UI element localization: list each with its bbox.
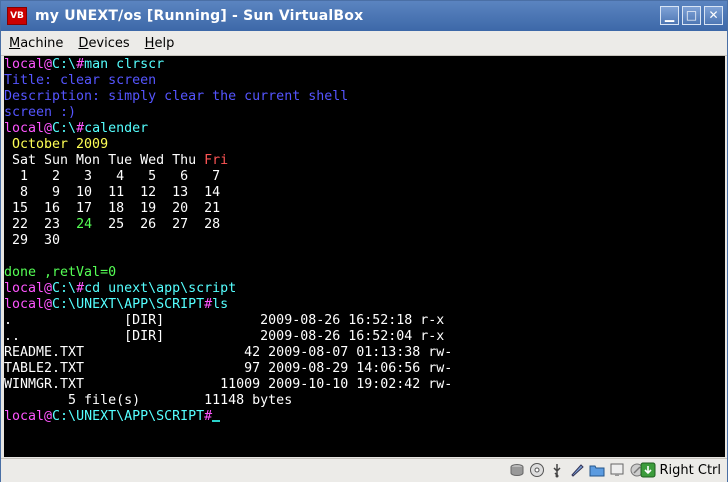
terminal-line: local@C:\UNEXT\APP\SCRIPT# xyxy=(4,409,725,425)
terminal-output: local@C:\#man clrscr Title: clear screen D… xyxy=(4,56,725,425)
window-controls: ▁ □ ✕ xyxy=(660,6,723,25)
terminal-segment-friday: Fri xyxy=(204,153,229,168)
virtualbox-app-icon[interactable]: VB xyxy=(7,7,27,25)
terminal-line: WINMGR.TXT 11009 2009-10-10 19:02:42 rw- xyxy=(4,377,725,393)
terminal-segment-prompt: # xyxy=(76,281,85,296)
terminal-segment-text: 1 2 3 4 5 6 7 xyxy=(4,169,221,184)
terminal-segment-text: 15 16 17 18 19 20 21 xyxy=(4,201,221,216)
terminal-segment-command: cd unext\app\script xyxy=(84,281,237,296)
terminal-segment-command: ls xyxy=(212,297,229,312)
terminal-line: README.TXT 42 2009-08-07 01:13:38 rw- xyxy=(4,345,725,361)
terminal-segment-text: .. [DIR] 2009-08-26 16:52:04 r-x xyxy=(4,329,445,344)
terminal-segment-info: screen :) xyxy=(4,105,77,120)
title-bar[interactable]: VB my UNEXT/os [Running] - Sun VirtualBo… xyxy=(1,1,727,31)
terminal-segment-prompt: # xyxy=(76,57,85,72)
terminal-segment-text: 25 26 27 28 xyxy=(92,217,221,232)
terminal-segment-info: Description: simply clear the current sh… xyxy=(4,89,349,104)
terminal-segment-prompt: local@ xyxy=(4,281,53,296)
hard-disk-icon[interactable] xyxy=(509,462,525,478)
terminal-segment-prompt: local@ xyxy=(4,409,53,424)
virtualbox-window: VB my UNEXT/os [Running] - Sun VirtualBo… xyxy=(0,0,728,482)
menu-bar: Machine Devices Help xyxy=(1,31,727,56)
terminal-line: local@C:\#man clrscr xyxy=(4,57,725,73)
terminal-segment-info: Title: clear screen xyxy=(4,73,157,88)
terminal-segment-done: done ,retVal=0 xyxy=(4,265,117,280)
terminal-line: 22 23 24 25 26 27 28 xyxy=(4,217,725,233)
shared-folder-icon[interactable] xyxy=(589,462,605,478)
terminal-segment-text: WINMGR.TXT 11009 2009-10-10 19:02:42 rw- xyxy=(4,377,453,392)
terminal-line: 8 9 10 11 12 13 14 xyxy=(4,185,725,201)
terminal-segment-text: 29 30 xyxy=(4,233,61,248)
terminal-segment-path: C:\ xyxy=(52,57,77,72)
terminal-segment-text: Sat Sun Mon Tue Wed Thu xyxy=(4,153,205,168)
terminal-line: local@C:\#cd unext\app\script xyxy=(4,281,725,297)
terminal-line: 15 16 17 18 19 20 21 xyxy=(4,201,725,217)
terminal-segment-prompt: # xyxy=(204,409,213,424)
display-icon[interactable] xyxy=(609,462,625,478)
terminal-line: Sat Sun Mon Tue Wed Thu Fri xyxy=(4,153,725,169)
terminal-segment-text: TABLE2.TXT 97 2009-08-29 14:06:56 rw- xyxy=(4,361,453,376)
terminal-segment-prompt: local@ xyxy=(4,297,53,312)
menu-machine[interactable]: Machine xyxy=(2,36,70,51)
window-title: my UNEXT/os [Running] - Sun VirtualBox xyxy=(35,8,364,24)
cd-drive-icon[interactable] xyxy=(529,462,545,478)
terminal-segment-text: 8 9 10 11 12 13 14 xyxy=(4,185,221,200)
terminal-line: Description: simply clear the current sh… xyxy=(4,89,725,105)
vm-screen[interactable]: local@C:\#man clrscr Title: clear screen D… xyxy=(4,56,725,457)
minimize-button[interactable]: ▁ xyxy=(660,6,679,25)
terminal-line: 29 30 xyxy=(4,233,725,249)
terminal-line: screen :) xyxy=(4,105,725,121)
terminal-line: TABLE2.TXT 97 2009-08-29 14:06:56 rw- xyxy=(4,361,725,377)
terminal-line: .. [DIR] 2009-08-26 16:52:04 r-x xyxy=(4,329,725,345)
host-key-indicator[interactable]: Right Ctrl xyxy=(640,462,722,478)
close-button[interactable]: ✕ xyxy=(704,6,723,25)
terminal-line: Title: clear screen xyxy=(4,73,725,89)
terminal-cursor xyxy=(212,420,221,422)
terminal-line: 1 2 3 4 5 6 7 xyxy=(4,169,725,185)
terminal-line: October 2009 xyxy=(4,137,725,153)
terminal-segment-prompt: local@ xyxy=(4,121,53,136)
terminal-line: 5 file(s) 11148 bytes xyxy=(4,393,725,409)
device-indicators xyxy=(509,462,645,478)
terminal-segment-path: C:\ xyxy=(52,121,77,136)
network-icon[interactable] xyxy=(569,462,585,478)
terminal-segment-prompt: # xyxy=(76,121,85,136)
status-bar: Right Ctrl xyxy=(1,458,727,482)
terminal-segment-prompt: # xyxy=(204,297,213,312)
terminal-segment-prompt: local@ xyxy=(4,57,53,72)
menu-devices[interactable]: Devices xyxy=(71,36,136,51)
maximize-button[interactable]: □ xyxy=(682,6,701,25)
terminal-segment-calendar_title: October 2009 xyxy=(4,137,109,152)
terminal-segment-command: calender xyxy=(84,121,149,136)
host-key-label: Right Ctrl xyxy=(659,462,722,478)
terminal-segment-path: C:\UNEXT\APP\SCRIPT xyxy=(52,297,205,312)
terminal-segment-command: man clrscr xyxy=(84,57,165,72)
terminal-segment-text: 5 file(s) 11148 bytes xyxy=(4,393,293,408)
usb-icon[interactable] xyxy=(549,462,565,478)
terminal-segment-text: README.TXT 42 2009-08-07 01:13:38 rw- xyxy=(4,345,453,360)
terminal-segment-text: 22 23 xyxy=(4,217,77,232)
terminal-segment-path: C:\UNEXT\APP\SCRIPT xyxy=(52,409,205,424)
terminal-line: . [DIR] 2009-08-26 16:52:18 r-x xyxy=(4,313,725,329)
terminal-line: local@C:\UNEXT\APP\SCRIPT#ls xyxy=(4,297,725,313)
menu-help[interactable]: Help xyxy=(138,36,182,51)
terminal-segment-today: 24 xyxy=(76,217,93,232)
host-key-icon xyxy=(640,462,656,478)
terminal-line: done ,retVal=0 xyxy=(4,265,725,281)
terminal-line: local@C:\#calender xyxy=(4,121,725,137)
terminal-segment-path: C:\ xyxy=(52,281,77,296)
terminal-segment-text: . [DIR] 2009-08-26 16:52:18 r-x xyxy=(4,313,445,328)
